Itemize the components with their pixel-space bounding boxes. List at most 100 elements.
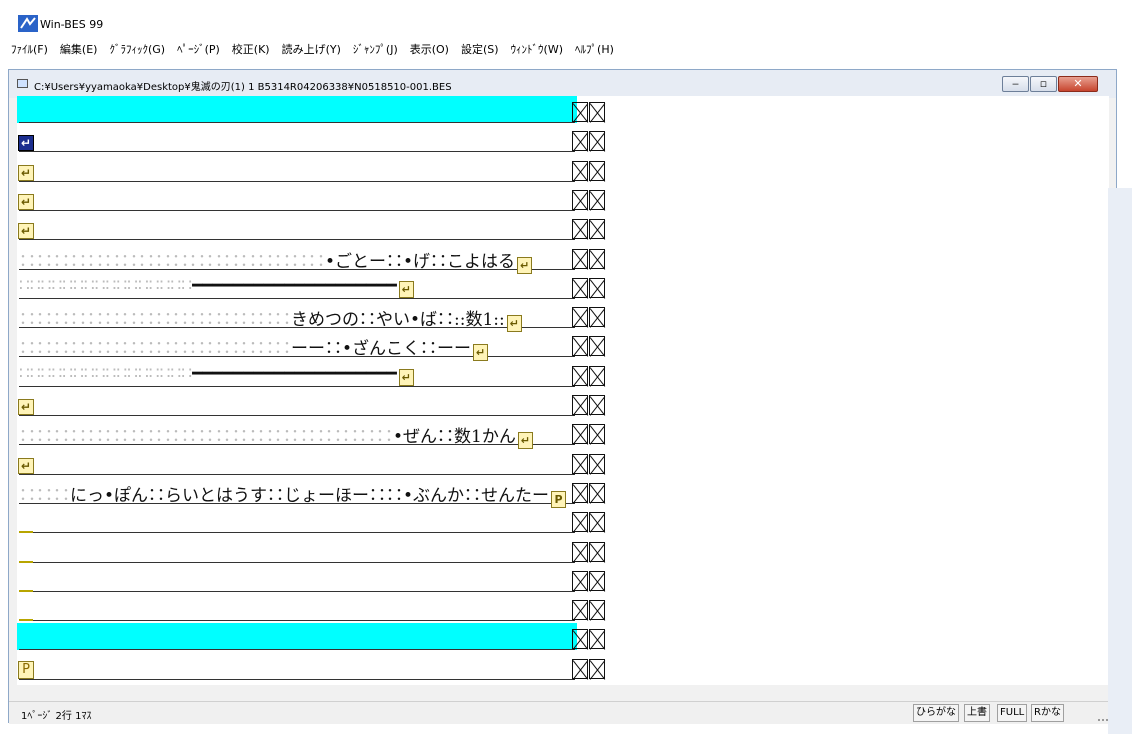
line-end-marker — [572, 424, 606, 444]
menu-item[interactable]: 表示(O) — [410, 41, 449, 57]
cell-underline — [19, 415, 575, 416]
editor-line[interactable]: ↵ — [17, 448, 577, 477]
crossed-box-icon — [589, 629, 605, 649]
blank-cells: ∷∷∷∷∷∷∷∷∷∷∷∷∷∷∷∷∷∷∷∷∷∷ — [19, 427, 393, 447]
braille-text: ∷∷∷にっ•ぽん∷らいとはうす∷じょーほー∷∷•ぶんか∷せんたー P — [19, 481, 567, 508]
menu-item[interactable]: ｳｨﾝﾄﾞｳ(W) — [511, 41, 563, 57]
line-end-marker — [572, 307, 606, 327]
menu-item[interactable]: 読み上げ(Y) — [282, 41, 341, 57]
editor-line[interactable] — [17, 565, 577, 594]
crossed-box-icon — [572, 483, 588, 503]
empty-line-marker — [19, 590, 33, 592]
minimize-icon: ‒ — [1012, 77, 1019, 90]
cell-underline — [19, 474, 575, 475]
restore-button[interactable]: ▫ — [1030, 76, 1057, 92]
editor-line[interactable]: ∷∷∷∷∷∷∷∷∷∷∷∷∷∷∷∷━━━━━━━━━━━━━━━━━━━━ ↵ — [17, 360, 577, 389]
line-end-marker — [572, 483, 606, 503]
braille-editor[interactable]: ↵ ↵ ↵ ↵ ∷∷∷∷∷∷∷∷∷∷∷∷∷∷∷∷∷∷•ごとー∷•げ∷こよはる ↵ ∷∷∷∷∷… — [17, 96, 1109, 685]
restore-icon: ▫ — [1039, 77, 1048, 90]
highlighted-line — [17, 96, 577, 123]
menu-bar: ﾌｧｲﾙ(F) 編集(E) ｸﾞﾗﾌｨｯｸ(G) ﾍﾟｰｼﾞ(P) 校正(K) 読み上げ(… — [0, 38, 1132, 60]
editor-line[interactable]: ↵ — [17, 389, 577, 418]
cell-underline — [19, 679, 575, 680]
crossed-box-icon — [589, 190, 605, 210]
crossed-box-icon — [572, 454, 588, 474]
menu-item[interactable]: 校正(K) — [232, 41, 270, 57]
line-content: ━━━━━━━━━━━━━━━━━━━━ — [192, 276, 397, 296]
crossed-box-icon — [589, 454, 605, 474]
line-end-marker — [572, 336, 606, 356]
mode-hiragana[interactable]: ひらがな — [913, 704, 959, 722]
menu-item[interactable]: 編集(E) — [60, 41, 98, 57]
crossed-box-icon — [572, 424, 588, 444]
crossed-box-icon — [589, 395, 605, 415]
menu-item[interactable]: 設定(S) — [461, 41, 499, 57]
crossed-box-icon — [572, 161, 588, 181]
empty-line-marker — [19, 619, 33, 621]
app-title: Win-BES 99 — [40, 18, 104, 31]
cell-underline — [19, 591, 575, 592]
editor-line[interactable]: P — [17, 653, 577, 682]
line-content: きめつの∷やい•ば∷::数1:: — [291, 310, 505, 330]
close-button[interactable]: ✕ — [1058, 76, 1098, 92]
cell-underline — [19, 122, 575, 123]
editor-line[interactable]: ↵ — [17, 184, 577, 213]
mode-rkana[interactable]: Rかな — [1031, 704, 1064, 722]
editor-line[interactable]: ∷∷∷∷∷∷∷∷∷∷∷∷∷∷∷∷━━━━━━━━━━━━━━━━━━━━ ↵ — [17, 272, 577, 301]
blank-cells: ∷∷∷ — [19, 486, 70, 506]
editor-line[interactable]: ∷∷∷∷∷∷∷∷∷∷∷∷∷∷∷∷きめつの∷やい•ば∷::数1:: ↵ — [17, 301, 577, 332]
cell-underline — [19, 210, 575, 211]
line-content: にっ•ぽん∷らいとはうす∷じょーほー∷∷•ぶんか∷せんたー — [70, 486, 550, 506]
braille-text: ∷∷∷∷∷∷∷∷∷∷∷∷∷∷∷∷∷∷∷∷∷∷•ぜん∷数1かん ↵ — [19, 422, 533, 449]
line-end-marker — [572, 629, 606, 649]
cell-underline — [19, 151, 575, 152]
return-icon: ↵ — [18, 399, 34, 415]
line-end-marker — [572, 395, 606, 415]
menu-item[interactable]: ｸﾞﾗﾌｨｯｸ(G) — [109, 41, 165, 57]
crossed-box-icon — [589, 659, 605, 679]
crossed-box-icon — [572, 542, 588, 562]
editor-line[interactable] — [17, 623, 577, 652]
menu-item[interactable]: ﾌｧｲﾙ(F) — [11, 41, 48, 57]
editor-line[interactable] — [17, 536, 577, 565]
editor-line[interactable]: ∷∷∷∷∷∷∷∷∷∷∷∷∷∷∷∷∷∷•ごとー∷•げ∷こよはる ↵ — [17, 243, 577, 274]
blank-cells: ∷∷∷∷∷∷∷∷∷∷∷∷∷∷∷∷ — [19, 276, 193, 296]
editor-line[interactable]: ∷∷∷∷∷∷∷∷∷∷∷∷∷∷∷∷ーー∷•ざんこく∷ーー ↵ — [17, 330, 577, 361]
document-titlebar[interactable]: C:¥Users¥yyamaoka¥Desktop¥鬼滅の刃(1) 1 B531… — [9, 70, 1116, 98]
cell-underline — [19, 649, 575, 650]
line-end-marker — [572, 190, 606, 210]
win-bes-icon — [18, 15, 38, 32]
document-window: C:¥Users¥yyamaoka¥Desktop¥鬼滅の刃(1) 1 B531… — [8, 69, 1117, 724]
mode-overwrite[interactable]: 上書 — [964, 704, 990, 722]
line-content: ━━━━━━━━━━━━━━━━━━━━ — [192, 364, 397, 384]
braille-text: ∷∷∷∷∷∷∷∷∷∷∷∷∷∷∷∷きめつの∷やい•ば∷::数1:: ↵ — [19, 305, 522, 332]
editor-line[interactable] — [17, 506, 577, 535]
line-end-marker — [572, 454, 606, 474]
return-icon: ↵ — [473, 344, 489, 361]
menu-item[interactable]: ﾍﾟｰｼﾞ(P) — [177, 41, 220, 57]
menu-item[interactable]: ｼﾞｬﾝﾌﾟ(J) — [353, 41, 398, 57]
page-break-icon: P — [18, 661, 34, 679]
editor-line[interactable]: ∷∷∷∷∷∷∷∷∷∷∷∷∷∷∷∷∷∷∷∷∷∷•ぜん∷数1かん ↵ — [17, 418, 577, 449]
empty-line-marker — [19, 561, 33, 563]
mode-full[interactable]: FULL — [997, 704, 1028, 722]
cursor-position: 1ﾍﾟｰｼﾞ 2行 1ﾏｽ — [21, 711, 92, 722]
menu-item[interactable]: ﾍﾙﾌﾟ(H) — [575, 41, 614, 57]
line-end-marker — [572, 161, 606, 181]
editor-line[interactable]: ↵ — [17, 125, 577, 154]
cursor-return-icon: ↵ — [18, 135, 34, 151]
return-icon: ↵ — [517, 432, 533, 449]
editor-line[interactable] — [17, 594, 577, 623]
editor-line[interactable]: ∷∷∷にっ•ぽん∷らいとはうす∷じょーほー∷∷•ぶんか∷せんたー P — [17, 477, 577, 508]
cell-underline — [19, 532, 575, 533]
blank-cells: ∷∷∷∷∷∷∷∷∷∷∷∷∷∷∷∷ — [19, 339, 291, 359]
crossed-box-icon — [572, 659, 588, 679]
line-end-marker — [572, 542, 606, 562]
braille-text: ∷∷∷∷∷∷∷∷∷∷∷∷∷∷∷∷ーー∷•ざんこく∷ーー ↵ — [19, 334, 489, 361]
highlighted-line — [17, 623, 577, 650]
braille-text: ∷∷∷∷∷∷∷∷∷∷∷∷∷∷∷∷∷∷•ごとー∷•げ∷こよはる ↵ — [19, 247, 533, 274]
editor-line[interactable]: ↵ — [17, 155, 577, 184]
minimize-button[interactable]: ‒ — [1002, 76, 1029, 92]
editor-line[interactable] — [17, 96, 577, 125]
editor-line[interactable]: ↵ — [17, 213, 577, 242]
